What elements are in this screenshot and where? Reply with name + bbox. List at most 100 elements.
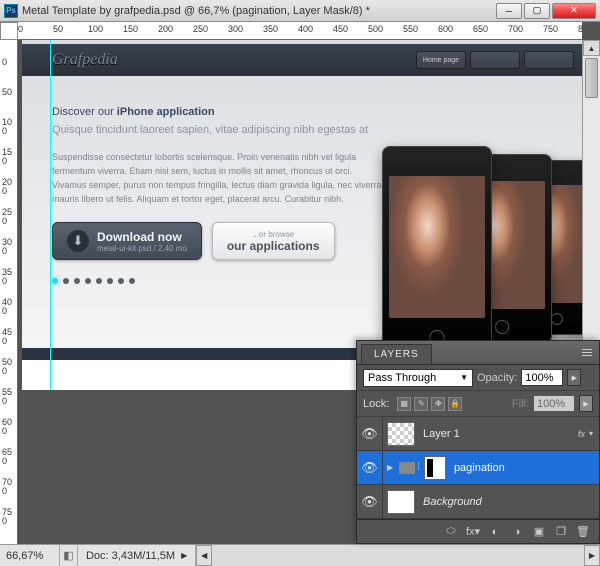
pagination-dot <box>107 278 113 284</box>
pagination-dot <box>129 278 135 284</box>
ruler-tick: 750 <box>2 508 12 526</box>
ruler-tick: 200 <box>2 178 12 196</box>
layers-panel-footer: fx▾ ◐ ◑ ▣ ❐ 🗑 <box>357 519 599 543</box>
status-icon[interactable]: ◧ <box>60 545 78 566</box>
layer-mask-icon[interactable]: ◐ <box>485 524 505 540</box>
horizontal-scrollbar[interactable]: ◀ ▶ <box>196 545 600 566</box>
document-canvas[interactable]: Grafpedia Home page Discover our iPhone … <box>22 40 582 390</box>
pagination-dot <box>118 278 124 284</box>
visibility-toggle-icon[interactable]: 👁 <box>357 417 383 450</box>
blend-opacity-row: Pass Through▼ Opacity: 100% ▶ <box>357 365 599 391</box>
pagination-dot <box>63 278 69 284</box>
ruler-tick: 600 <box>2 418 12 436</box>
lock-pixels-icon[interactable]: ✎ <box>414 397 428 411</box>
hero-body: Suspendisse consectetur lobortis sceleri… <box>52 150 382 206</box>
mask-link-icon[interactable]: ⁞ <box>417 462 420 473</box>
ruler-origin[interactable] <box>0 22 18 40</box>
hero-heading: Discover our iPhone application <box>52 94 552 122</box>
scroll-left-arrow[interactable]: ◀ <box>196 545 212 566</box>
layer-name[interactable]: pagination <box>454 462 599 474</box>
visibility-toggle-icon[interactable]: 👁 <box>357 485 383 518</box>
layer-thumbnail[interactable] <box>387 490 415 514</box>
download-button: ⬇ Download nowmetal-ui-kit.psd / 2,40 mo <box>52 222 202 260</box>
window-title: Metal Template by grafpedia.psd @ 66,7% … <box>22 5 494 17</box>
ruler-tick: 800 <box>578 24 582 34</box>
mask-thumbnail[interactable] <box>424 456 446 480</box>
scroll-right-arrow[interactable]: ▶ <box>584 545 600 566</box>
mockup-content: Grafpedia Home page Discover our iPhone … <box>22 40 582 360</box>
layers-panel[interactable]: LAYERS Pass Through▼ Opacity: 100% ▶ Loc… <box>356 340 600 544</box>
expand-arrow-icon[interactable]: ▶ <box>387 463 393 472</box>
blend-mode-dropdown[interactable]: Pass Through▼ <box>363 369 473 387</box>
layer-row[interactable]: 👁 Layer 1 fx ▾ <box>357 417 599 451</box>
ruler-tick: 750 <box>543 24 558 34</box>
ruler-tick: 450 <box>333 24 348 34</box>
ruler-tick: 600 <box>438 24 453 34</box>
ruler-tick: 50 <box>53 24 63 34</box>
ruler-tick: 100 <box>2 118 12 136</box>
mockup-header: Grafpedia Home page <box>22 44 582 76</box>
ruler-tick: 350 <box>2 268 12 286</box>
minimize-button[interactable]: ─ <box>496 3 522 19</box>
document-info[interactable]: Doc: 3,43M/11,5M▶ <box>78 545 196 566</box>
lock-position-icon[interactable]: ✥ <box>431 397 445 411</box>
layer-row-selected[interactable]: 👁 ▶ ⁞ pagination <box>357 451 599 485</box>
workspace: 0501001502002503003504004505005506006507… <box>0 22 600 566</box>
layer-name[interactable]: Background <box>423 496 599 508</box>
fx-expand-arrow[interactable]: ▾ <box>589 429 593 438</box>
ruler-tick: 250 <box>2 208 12 226</box>
panel-menu-icon[interactable] <box>579 345 595 359</box>
opacity-flyout-arrow[interactable]: ▶ <box>567 369 581 386</box>
lock-all-icon[interactable]: 🔒 <box>448 397 462 411</box>
visibility-toggle-icon[interactable]: 👁 <box>357 451 383 484</box>
vertical-ruler[interactable]: 5005010015020025030035040045050055060065… <box>0 40 18 544</box>
photoshop-icon: Ps <box>4 4 18 18</box>
layers-tab[interactable]: LAYERS <box>361 344 432 364</box>
link-layers-icon[interactable] <box>441 524 461 540</box>
fill-flyout-arrow[interactable]: ▶ <box>579 395 593 412</box>
maximize-button[interactable]: ▢ <box>524 3 550 19</box>
new-layer-icon[interactable]: ❐ <box>551 524 571 540</box>
layer-style-icon[interactable]: fx▾ <box>463 524 483 540</box>
layer-name[interactable]: Layer 1 <box>423 428 578 440</box>
status-bar: 66,67% ◧ Doc: 3,43M/11,5M▶ ◀ ▶ <box>0 544 600 566</box>
pagination-dot <box>52 278 58 284</box>
delete-layer-icon[interactable]: 🗑 <box>573 524 593 540</box>
download-icon: ⬇ <box>67 230 89 252</box>
apps-top: ...or browse <box>252 230 294 239</box>
ruler-tick: 700 <box>2 478 12 496</box>
ruler-tick: 500 <box>368 24 383 34</box>
ruler-tick: 550 <box>2 388 12 406</box>
mockup-hero: Discover our iPhone application Quisque … <box>22 76 582 302</box>
zoom-level-input[interactable]: 66,67% <box>0 545 60 566</box>
lock-transparency-icon[interactable]: ▦ <box>397 397 411 411</box>
close-button[interactable]: ✕ <box>552 3 596 19</box>
scroll-up-arrow[interactable]: ▲ <box>583 40 600 56</box>
scroll-thumb[interactable] <box>585 58 598 98</box>
ruler-tick: 400 <box>2 298 12 316</box>
panel-tab-bar: LAYERS <box>357 341 599 365</box>
adjustment-layer-icon[interactable]: ◑ <box>507 524 527 540</box>
ruler-tick: 400 <box>298 24 313 34</box>
opacity-input[interactable]: 100% <box>521 369 563 386</box>
fx-badge[interactable]: fx <box>578 429 585 439</box>
pagination-dot <box>85 278 91 284</box>
layer-thumbnail[interactable] <box>387 422 415 446</box>
ruler-tick: 550 <box>403 24 418 34</box>
fill-input[interactable]: 100% <box>533 395 575 412</box>
ruler-tick: 50 <box>2 88 12 97</box>
layer-row[interactable]: 👁 Background <box>357 485 599 519</box>
guide-line[interactable] <box>50 40 51 390</box>
horizontal-ruler[interactable]: 0501001502002503003504004505005506006507… <box>18 22 582 40</box>
lock-label: Lock: <box>363 398 389 410</box>
new-group-icon[interactable]: ▣ <box>529 524 549 540</box>
ruler-tick: 150 <box>2 148 12 166</box>
download-title: Download now <box>97 230 187 244</box>
applications-button: ...or browse our applications <box>212 222 335 260</box>
ruler-tick: 700 <box>508 24 523 34</box>
nav-button <box>524 51 574 69</box>
ruler-tick: 150 <box>123 24 138 34</box>
ruler-tick: 0 <box>2 58 12 67</box>
nav-button: Home page <box>416 51 466 69</box>
apps-bottom: our applications <box>227 239 320 253</box>
